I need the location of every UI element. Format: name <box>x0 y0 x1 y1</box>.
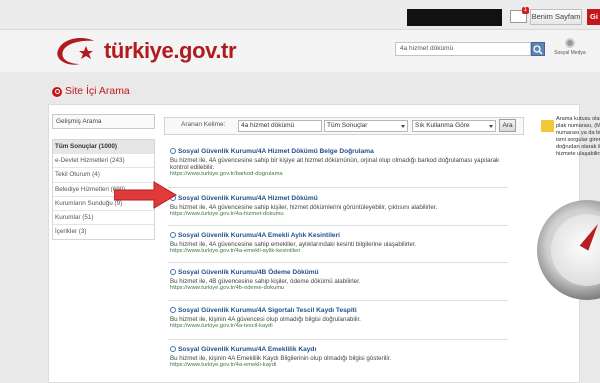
result-url[interactable]: https://www.turkiye.gov.tr/barkod-dogrul… <box>170 171 505 178</box>
service-icon <box>170 346 176 352</box>
sidebar-item-all-results[interactable]: Tüm Sonuçlar (1000) <box>53 140 154 155</box>
search-submit-button[interactable]: Ara <box>499 119 516 132</box>
result-description: Bu hizmet ile, kişinin 4A Emeklilik Kayd… <box>170 354 392 362</box>
result-title-link[interactable]: Sosyal Güvenlik Kurumu/4A Sigortalı Tesc… <box>170 307 505 314</box>
service-icon <box>170 307 176 313</box>
list-item: Sosyal Güvenlik Kurumu/4A Hizmet Dökümü … <box>170 148 505 178</box>
result-url[interactable]: https://www.turkiye.gov.tr/4a-hizmet-dok… <box>170 211 505 218</box>
result-title-link[interactable]: Sosyal Güvenlik Kurumu/4A Emeklilik Kayd… <box>170 346 505 353</box>
result-filter-select[interactable]: Tüm Sonuçlar <box>324 120 408 132</box>
result-title-link[interactable]: Sosyal Güvenlik Kurumu/4A Hizmet Dökümü <box>170 195 505 202</box>
sort-value: Sık Kullanma Göre <box>415 122 470 129</box>
sidebar-item-contents[interactable]: İçerikler (3) <box>53 225 154 239</box>
sidebar-item-institutions[interactable]: Kurumlar (51) <box>53 211 154 226</box>
divider <box>168 187 508 188</box>
top-bar: 1 Benim Sayfam Gi <box>0 0 600 30</box>
login-button[interactable]: Gi <box>587 9 600 25</box>
service-icon <box>170 232 176 238</box>
chevron-down-icon <box>401 125 405 128</box>
result-url[interactable]: https://www.turkiye.gov.tr/4b-odeme-doku… <box>170 285 505 292</box>
service-icon <box>170 269 176 275</box>
sidebar-item-edevlet[interactable]: e-Devlet Hizmetleri (243) <box>53 154 154 169</box>
search-tip-text: Arama kutusu olarak bir plak numarası, (… <box>556 116 600 157</box>
compass-dial <box>551 214 600 286</box>
header-search-button[interactable] <box>531 42 545 56</box>
divider <box>168 339 508 340</box>
divider <box>168 225 508 226</box>
result-title-link[interactable]: Sosyal Güvenlik Kurumu/4A Hizmet Dökümü … <box>170 148 505 155</box>
service-icon <box>170 148 176 154</box>
logo-swoosh-icon[interactable] <box>50 34 104 68</box>
result-description: Bu hizmet ile, 4A güvencesine sahip kişi… <box>170 203 438 211</box>
header-search-input[interactable]: 4a hizmet dökümü <box>395 42 531 56</box>
search-term-label: Aranan Kelime: <box>181 121 226 128</box>
search-tip-panel: Arama kutusu olarak bir plak numarası, (… <box>534 108 600 328</box>
my-page-button[interactable]: Benim Sayfam <box>530 9 582 25</box>
social-media-button[interactable]: Sosyal Medya <box>553 38 587 56</box>
result-url[interactable]: https://www.turkiye.gov.tr/4a-emekli-kay… <box>170 362 505 369</box>
compass-needle-icon <box>579 221 600 251</box>
result-description: Bu hizmet ile, kişinin 4A güvencesi olup… <box>170 315 361 323</box>
list-item: Sosyal Güvenlik Kurumu/4A Emeklilik Kayd… <box>170 346 505 369</box>
compass-image <box>537 200 600 300</box>
chevron-down-icon <box>489 125 493 128</box>
result-description: Bu hizmet ile, 4A güvencesine sahip bir … <box>170 156 500 171</box>
result-filter-value: Tüm Sonuçlar <box>327 122 368 129</box>
page-title: Site İçi Arama <box>65 85 130 97</box>
divider <box>168 262 508 263</box>
site-logo[interactable]: türkiye.gov.tr <box>104 38 237 64</box>
list-item: Sosyal Güvenlik Kurumu/4A Hizmet Dökümü … <box>170 195 505 218</box>
divider <box>168 300 508 301</box>
advanced-search-link[interactable]: Gelişmiş Arama <box>52 114 155 129</box>
sort-select[interactable]: Sık Kullanma Göre <box>412 120 496 132</box>
search-term-input[interactable]: 4a hizmet dökümü <box>238 120 322 132</box>
mail-count-badge: 1 <box>521 7 529 14</box>
list-item: Sosyal Güvenlik Kurumu/4B Ödeme Dökümü B… <box>170 269 505 292</box>
result-title-link[interactable]: Sosyal Güvenlik Kurumu/4B Ödeme Dökümü <box>170 269 505 276</box>
result-url[interactable]: https://www.turkiye.gov.tr/4a-tescil-kay… <box>170 323 505 330</box>
search-icon <box>52 87 62 97</box>
info-icon <box>541 120 554 132</box>
social-media-label: Sosyal Medya <box>554 50 586 56</box>
pointer-arrow-icon <box>114 181 177 209</box>
redacted-user-area <box>407 9 502 26</box>
list-item: Sosyal Güvenlik Kurumu/4A Sigortalı Tesc… <box>170 307 505 330</box>
result-description: Bu hizmet ile, 4A güvencesine sahip emek… <box>170 240 417 248</box>
share-icon <box>565 38 575 48</box>
result-title-link[interactable]: Sosyal Güvenlik Kurumu/4A Emekli Aylık K… <box>170 232 505 239</box>
site-header: türkiye.gov.tr 4a hizmet dökümü Sosyal M… <box>0 30 600 72</box>
mail-icon[interactable]: 1 <box>510 7 529 23</box>
search-icon <box>533 45 543 55</box>
result-description: Bu hizmet ile, 4B güvencesine sahip kişi… <box>170 277 361 285</box>
list-item: Sosyal Güvenlik Kurumu/4A Emekli Aylık K… <box>170 232 505 255</box>
result-url[interactable]: https://www.turkiye.gov.tr/4a-emekli-ayl… <box>170 248 505 255</box>
